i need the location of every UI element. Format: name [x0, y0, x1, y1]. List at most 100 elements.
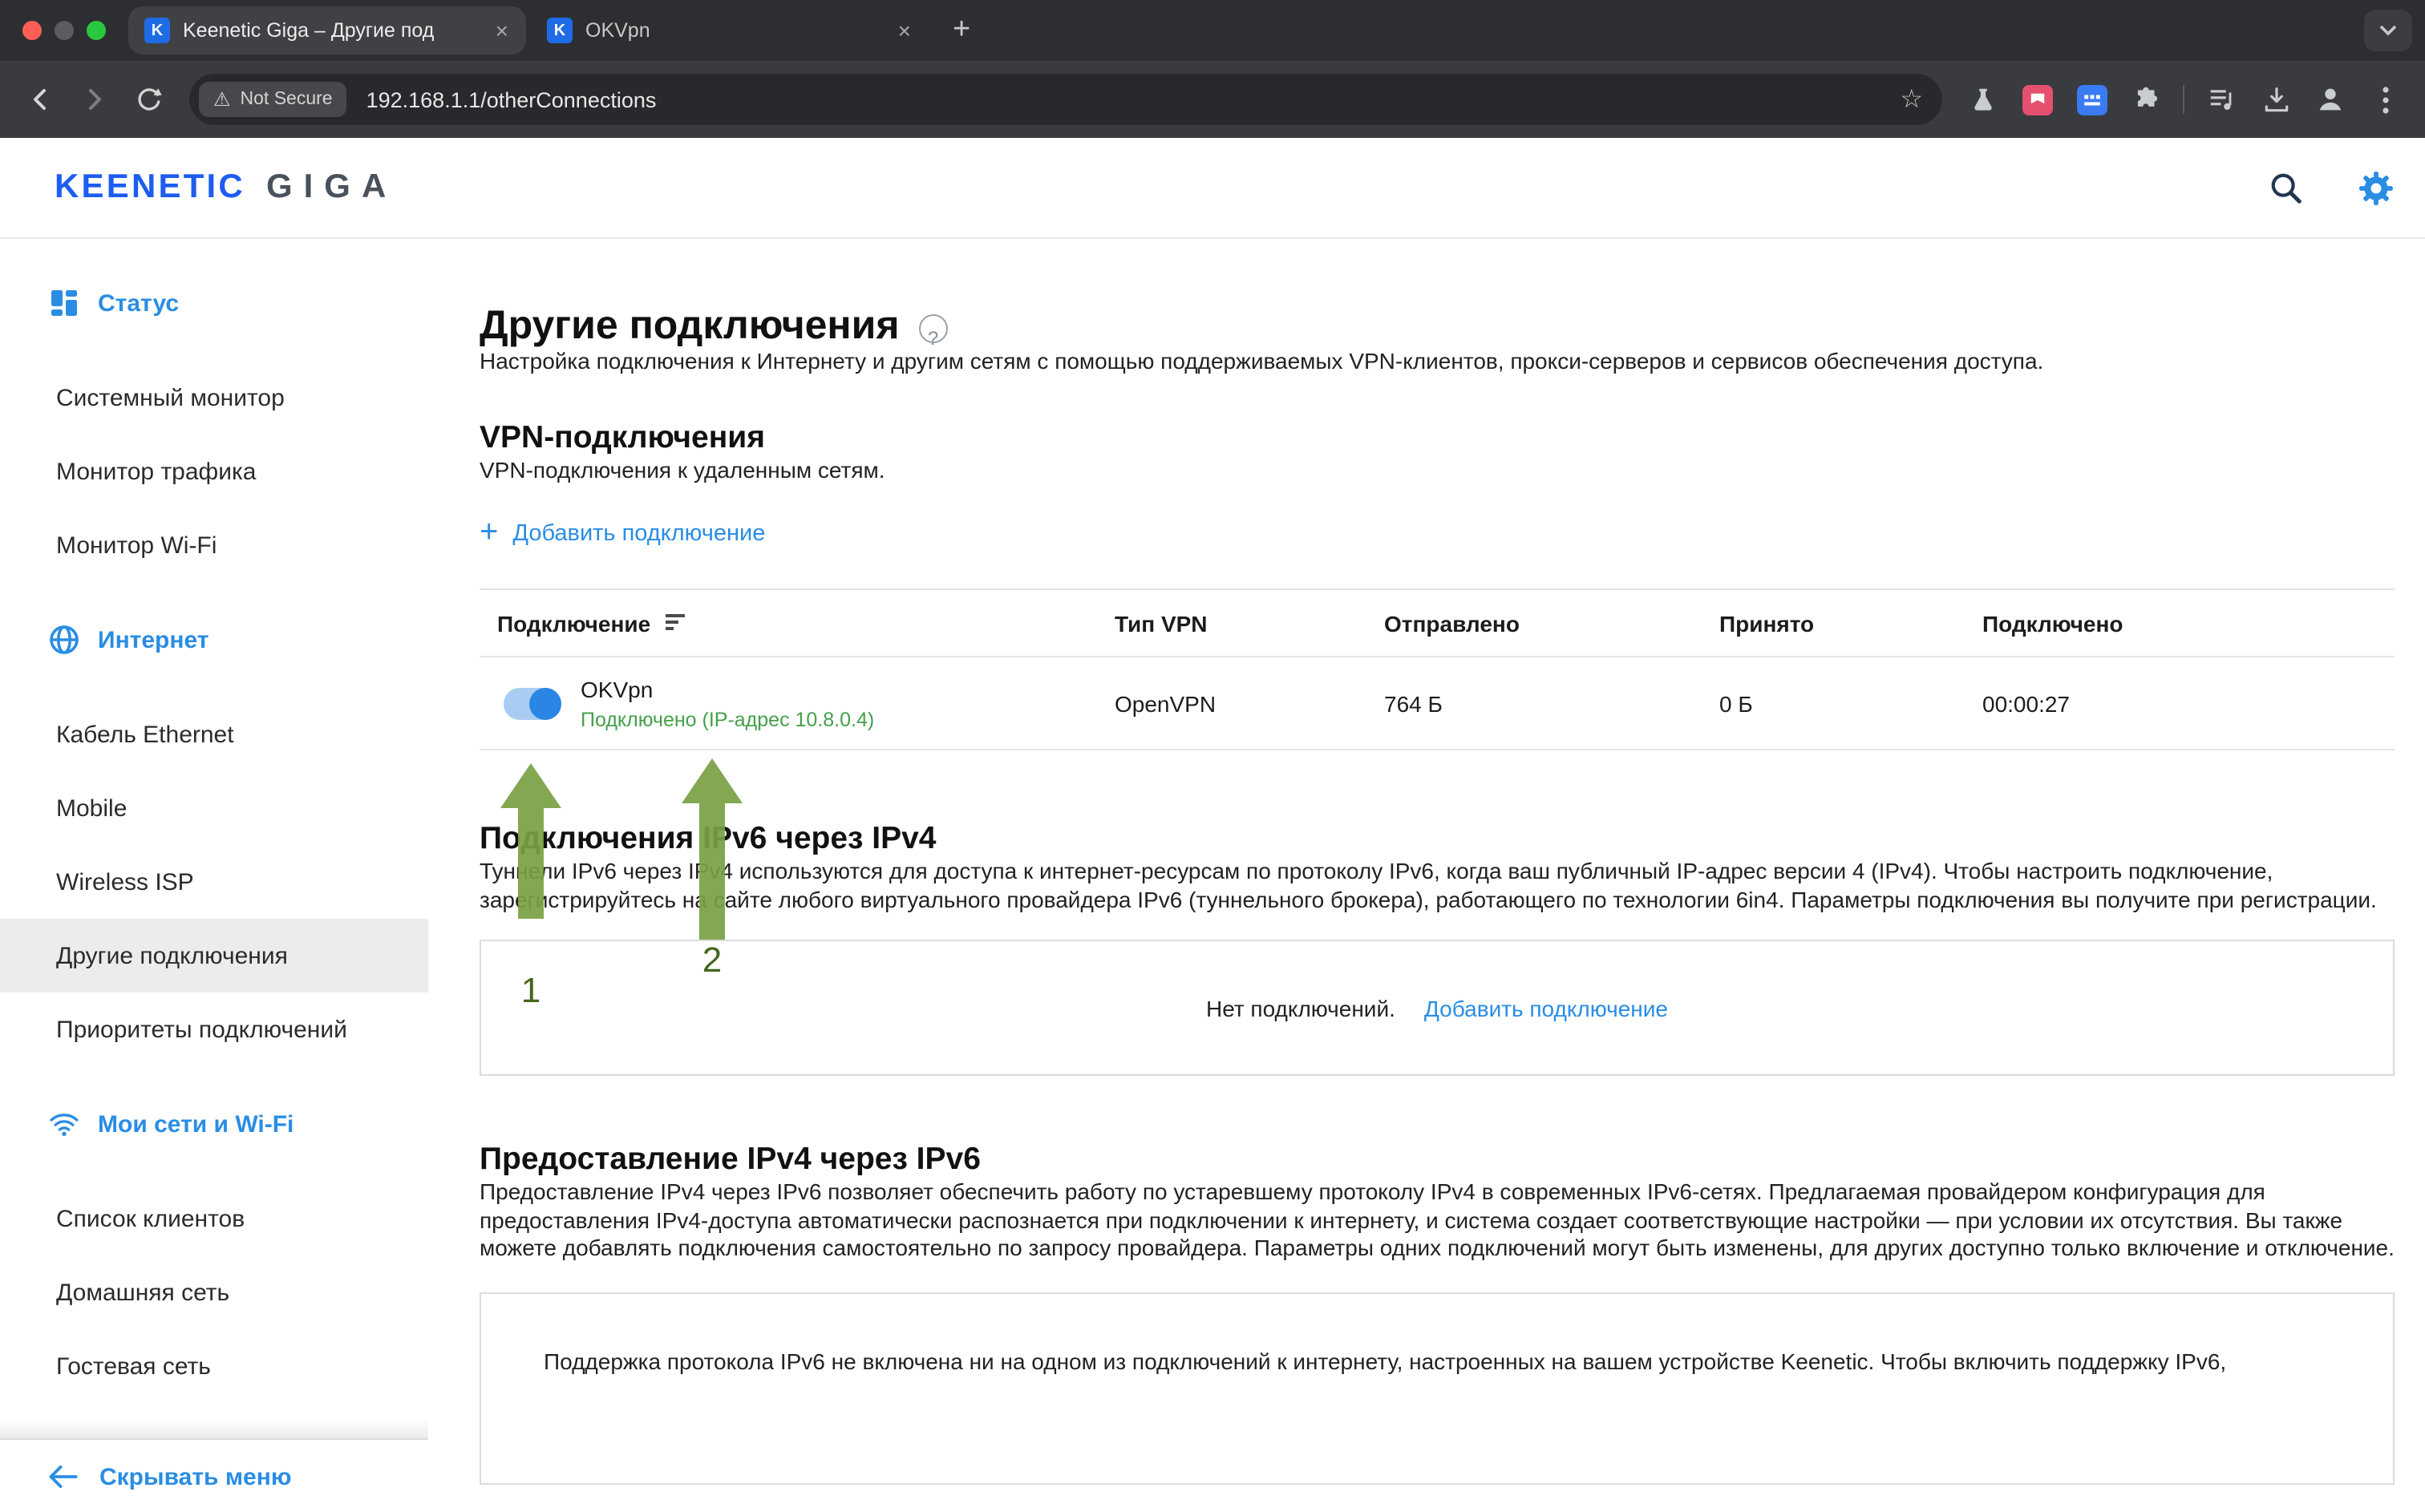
chevron-down-icon	[2378, 24, 2398, 37]
new-tab-button[interactable]: +	[933, 13, 990, 48]
tab-keenetic-giga[interactable]: K Keenetic Giga – Другие под ×	[128, 6, 526, 55]
sidebar-item-mobile[interactable]: Mobile	[0, 771, 428, 845]
extension-flask-icon[interactable]	[1958, 75, 2006, 123]
connection-uptime-cell: 00:00:27	[1982, 690, 2395, 716]
page-title-row: Другие подключения ?	[480, 303, 2395, 348]
profile-icon[interactable]	[2306, 75, 2354, 123]
table-header-row: Подключение Тип VPN Отправлено Принято П…	[480, 588, 2395, 657]
ipv6-support-notice: Поддержка протокола IPv6 не включена ни …	[480, 1292, 2395, 1484]
browser-menu-icon[interactable]	[2361, 75, 2409, 123]
help-icon[interactable]: ?	[919, 313, 948, 342]
back-button[interactable]	[16, 75, 64, 123]
connection-received-cell: 0 Б	[1719, 690, 1982, 716]
sidebar-item-home-network[interactable]: Домашняя сеть	[0, 1255, 428, 1329]
sidebar-section-internet[interactable]: Интернет	[0, 603, 428, 677]
vpn-connection-toggle[interactable]	[504, 687, 561, 719]
sidebar-section-label: Интернет	[98, 626, 209, 653]
sidebar-item-ethernet[interactable]: Кабель Ethernet	[0, 697, 428, 771]
tab-search-chevron-button[interactable]	[2364, 10, 2412, 51]
sidebar-item-guest-network[interactable]: Гостевая сеть	[0, 1329, 428, 1403]
tab-close-icon[interactable]: ×	[893, 18, 916, 43]
column-header-received[interactable]: Принято	[1719, 610, 1982, 636]
connection-sent-cell: 764 Б	[1384, 690, 1719, 716]
toolbar-separator	[2183, 85, 2184, 114]
column-header-vpn-type[interactable]: Тип VPN	[1115, 610, 1384, 636]
wifi-icon	[48, 1108, 80, 1140]
sidebar-item-label: Монитор Wi-Fi	[56, 532, 217, 559]
sidebar-item-connection-priorities[interactable]: Приоритеты подключений	[0, 993, 428, 1066]
vpn-section-heading: VPN-подключения	[480, 418, 2395, 456]
sidebar-section-label: Статус	[98, 289, 179, 317]
main-content: Другие подключения ? Настройка подключен…	[428, 239, 2425, 1512]
no-connections-label: Нет подключений.	[1206, 995, 1395, 1021]
zoom-window-button[interactable]	[87, 21, 106, 40]
sidebar: Статус Системный монитор Монитор трафика…	[0, 239, 428, 1512]
dashboard-grid-icon	[48, 287, 80, 319]
sidebar-item-label: Список клиентов	[56, 1205, 245, 1232]
column-header-sent[interactable]: Отправлено	[1384, 610, 1719, 636]
header-actions	[2261, 164, 2399, 212]
back-arrow-icon	[26, 85, 55, 114]
sidebar-item-label: Wireless ISP	[56, 868, 194, 895]
column-header-connection[interactable]: Подключение	[480, 610, 1115, 636]
vpn-section-subtitle: VPN-подключения к удаленным сетям.	[480, 456, 2395, 484]
address-bar[interactable]: ⚠ Not Secure 192.168.1.1/otherConnection…	[189, 74, 1942, 125]
column-header-connected[interactable]: Подключено	[1982, 610, 2395, 636]
tab-title: OKVpn	[585, 19, 881, 42]
sidebar-item-wifi-monitor[interactable]: Монитор Wi-Fi	[0, 508, 428, 582]
add-vpn-connection-link[interactable]: + Добавить подключение	[480, 519, 765, 548]
connection-status: Подключено (IP-адрес 10.8.0.4)	[581, 708, 874, 730]
forward-button[interactable]	[71, 75, 119, 123]
ipv6-section-heading: Подключения IPv6 через IPv4	[480, 819, 2395, 858]
add-ipv6-connection-link[interactable]: Добавить подключение	[1424, 995, 1668, 1021]
sidebar-item-label: Системный монитор	[56, 384, 285, 411]
close-window-button[interactable]	[22, 21, 42, 40]
media-controls-icon[interactable]	[2197, 75, 2245, 123]
sidebar-bottom: Скрывать меню	[0, 1419, 428, 1512]
ipv4-section-heading: Предоставление IPv4 через IPv6	[480, 1140, 2395, 1178]
tab-close-icon[interactable]: ×	[491, 18, 513, 43]
security-label: Not Secure	[241, 90, 333, 109]
sidebar-item-system-monitor[interactable]: Системный монитор	[0, 361, 428, 435]
sidebar-section-status[interactable]: Статус	[0, 266, 428, 340]
sidebar-item-wireless-isp[interactable]: Wireless ISP	[0, 845, 428, 919]
connection-type-cell: OpenVPN	[1115, 690, 1384, 716]
sidebar-item-label: Приоритеты подключений	[56, 1016, 347, 1043]
extension-pink-icon[interactable]	[2013, 75, 2061, 123]
search-icon	[2267, 169, 2304, 206]
settings-button[interactable]	[2351, 164, 2399, 212]
table-row[interactable]: OKVpn Подключено (IP-адрес 10.8.0.4) Ope…	[480, 657, 2395, 750]
sidebar-item-client-list[interactable]: Список клиентов	[0, 1182, 428, 1255]
warning-icon: ⚠	[213, 88, 231, 111]
sidebar-item-label: Гостевая сеть	[56, 1352, 211, 1380]
extension-keyboard-icon[interactable]	[2067, 75, 2115, 123]
connection-name[interactable]: OKVpn	[581, 676, 874, 703]
page-body: Статус Системный монитор Монитор трафика…	[0, 239, 2425, 1512]
connection-name-block[interactable]: OKVpn Подключено (IP-адрес 10.8.0.4)	[581, 676, 874, 730]
globe-icon	[48, 624, 80, 656]
sidebar-section-my-networks[interactable]: Мои сети и Wi-Fi	[0, 1087, 428, 1161]
reload-icon	[135, 85, 164, 114]
tab-title: Keenetic Giga – Другие под	[183, 19, 478, 42]
toggle-knob	[529, 687, 561, 719]
minimize-window-button[interactable]	[55, 21, 74, 40]
downloads-icon[interactable]	[2252, 75, 2300, 123]
page-title: Другие подключения	[480, 303, 900, 348]
tab-okvpn[interactable]: K OKVpn ×	[531, 6, 929, 55]
brand-keenetic: KEENETIC	[55, 168, 245, 207]
reload-button[interactable]	[125, 75, 173, 123]
keenetic-header: KEENETIC GIGA	[0, 138, 2425, 239]
sidebar-item-other-connections[interactable]: Другие подключения	[0, 919, 428, 993]
url-text[interactable]: 192.168.1.1/otherConnections	[366, 87, 1881, 111]
extensions-puzzle-icon[interactable]	[2122, 75, 2170, 123]
browser-tabstrip: K Keenetic Giga – Другие под × K OKVpn ×…	[0, 0, 2425, 61]
gear-icon	[2355, 168, 2395, 208]
keenetic-favicon: K	[547, 18, 573, 43]
security-chip[interactable]: ⚠ Not Secure	[199, 82, 347, 117]
search-button[interactable]	[2261, 164, 2310, 212]
collapse-menu-button[interactable]: Скрывать меню	[0, 1438, 428, 1512]
sidebar-item-traffic-monitor[interactable]: Монитор трафика	[0, 435, 428, 508]
sidebar-item-label: Домашняя сеть	[56, 1279, 229, 1306]
window-controls	[0, 21, 128, 40]
bookmark-star-icon[interactable]: ☆	[1900, 83, 1923, 115]
